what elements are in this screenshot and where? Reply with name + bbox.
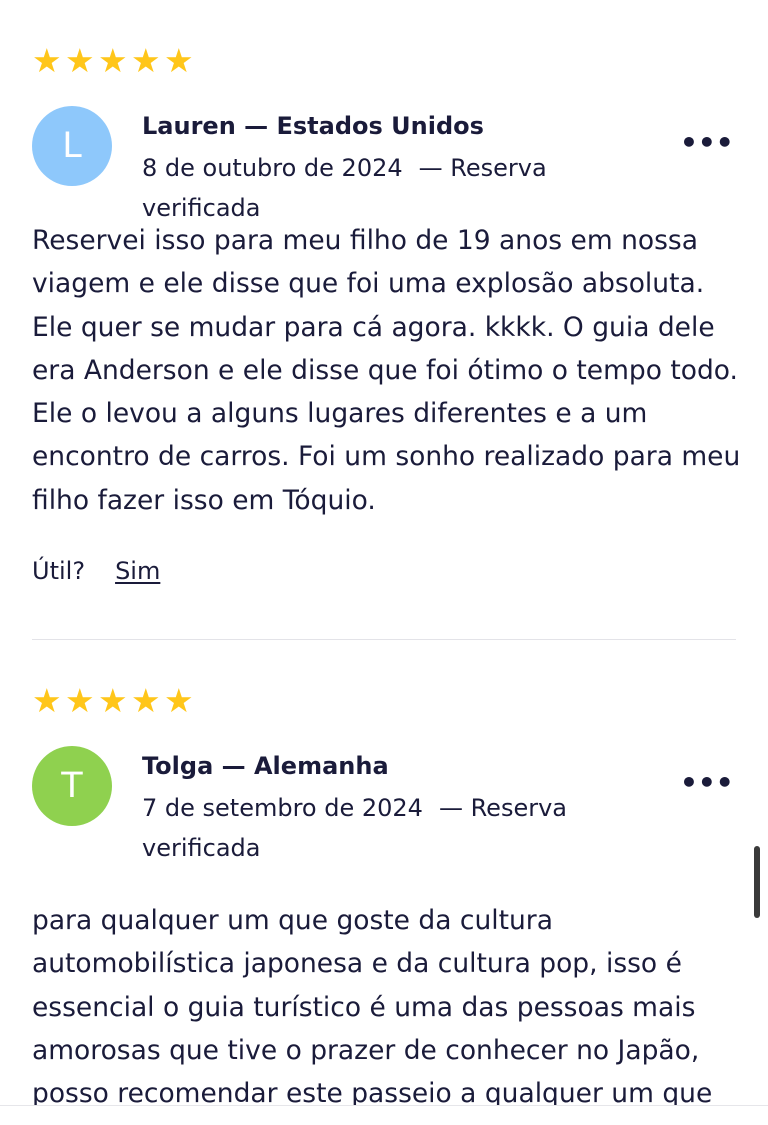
more-options-icon[interactable]: ••• xyxy=(680,128,734,158)
review-text: para qualquer um que goste da cultura au… xyxy=(32,905,713,1110)
reviews-page: ★ ★ ★ ★ ★ L Lauren — Estados Unidos 8 de… xyxy=(0,0,768,1125)
rating-stars: ★ ★ ★ ★ ★ xyxy=(32,684,195,717)
avatar: L xyxy=(32,106,112,186)
star-icon: ★ xyxy=(131,41,161,80)
rating-stars: ★ ★ ★ ★ ★ xyxy=(32,44,195,77)
star-icon: ★ xyxy=(65,41,95,80)
divider xyxy=(32,639,736,640)
star-icon: ★ xyxy=(32,681,62,720)
avatar: T xyxy=(32,746,112,826)
review-meta: 8 de outubro de 2024— Reserva verificada xyxy=(142,148,572,228)
review-date: 7 de setembro de 2024 xyxy=(142,794,423,822)
star-icon: ★ xyxy=(98,41,128,80)
review-meta: 7 de setembro de 2024— Reserva verificad… xyxy=(142,788,572,868)
reviewer-name: Lauren — Estados Unidos xyxy=(142,112,484,140)
helpful-yes-link[interactable]: Sim xyxy=(115,553,160,589)
more-options-icon[interactable]: ••• xyxy=(680,768,734,798)
star-icon: ★ xyxy=(131,681,161,720)
review-text: Reservei isso para meu filho de 19 anos … xyxy=(32,225,741,516)
helpful-row: Útil? Sim xyxy=(32,553,160,589)
star-icon: ★ xyxy=(98,681,128,720)
helpful-label: Útil? xyxy=(32,557,86,585)
scrollbar[interactable] xyxy=(754,846,760,918)
star-icon: ★ xyxy=(164,681,194,720)
reviewer-name: Tolga — Alemanha xyxy=(142,752,389,780)
star-icon: ★ xyxy=(164,41,194,80)
star-icon: ★ xyxy=(32,41,62,80)
star-icon: ★ xyxy=(65,681,95,720)
review-date: 8 de outubro de 2024 xyxy=(142,154,403,182)
bottom-edge xyxy=(0,1105,768,1125)
